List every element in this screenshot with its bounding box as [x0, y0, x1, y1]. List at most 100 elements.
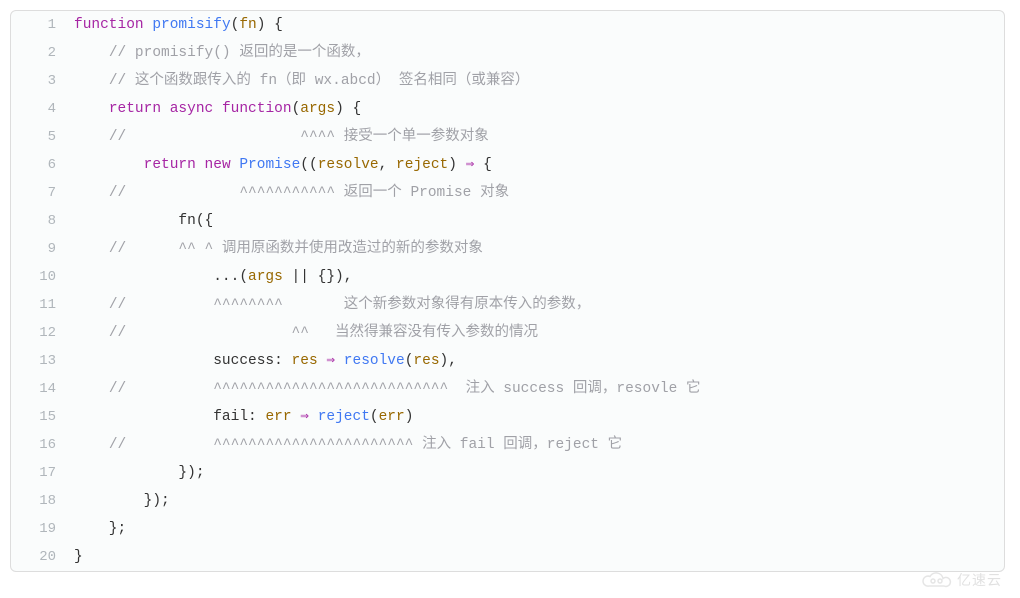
token-cmt: // ^^^^^^^^^^^^^^^^^^^^^^^ 注入 fail 回调，re…: [109, 437, 622, 453]
code-line: 10 ...(args || {}),: [11, 263, 1004, 291]
token-prm: err: [379, 409, 405, 425]
code-content: };: [70, 515, 1004, 543]
token-op: [74, 297, 109, 313]
code-content: // ^^ ^ 调用原函数并使用改造过的新的参数对象: [70, 235, 1004, 263]
code-line: 12 // ^^ 当然得兼容没有传入参数的情况: [11, 319, 1004, 347]
code-line: 4 return async function(args) {: [11, 95, 1004, 123]
line-number: 5: [11, 123, 70, 151]
token-op: ,: [379, 157, 396, 173]
token-op: [74, 129, 109, 145]
token-arrow: ⇒: [326, 353, 335, 369]
token-cmt: // promisify() 返回的是一个函数，: [109, 45, 370, 61]
token-prm: args: [248, 269, 283, 285]
code-line: 9 // ^^ ^ 调用原函数并使用改造过的新的参数对象: [11, 235, 1004, 263]
token-kw: async: [170, 101, 214, 117]
token-kw: return: [144, 157, 196, 173]
token-prm: reject: [396, 157, 448, 173]
token-kw: new: [205, 157, 231, 173]
token-prm: res: [292, 353, 318, 369]
token-op: [74, 73, 109, 89]
code-line: 1function promisify(fn) {: [11, 11, 1004, 39]
token-op: [74, 157, 144, 173]
line-number: 6: [11, 151, 70, 179]
code-content: // ^^^^^^^^^^^ 返回一个 Promise 对象: [70, 179, 1004, 207]
token-cmt: // 这个函数跟传入的 fn（即 wx.abcd） 签名相同（或兼容）: [109, 73, 530, 89]
token-op: [74, 241, 109, 257]
token-kw: function: [74, 17, 144, 33]
token-op: [292, 409, 301, 425]
line-number: 15: [11, 403, 70, 431]
code-content: fn({: [70, 207, 1004, 235]
token-op: };: [74, 521, 126, 537]
token-prm: err: [265, 409, 291, 425]
token-prm: res: [413, 353, 439, 369]
line-number: 2: [11, 39, 70, 67]
token-prop: fn: [178, 213, 195, 229]
code-content: // ^^^^^^^^^^^^^^^^^^^^^^^^^^^ 注入 succes…: [70, 375, 1004, 403]
code-line: 15 fail: err ⇒ reject(err): [11, 403, 1004, 431]
line-number: 12: [11, 319, 70, 347]
cloud-icon: [919, 570, 953, 590]
line-number: 9: [11, 235, 70, 263]
token-op: [74, 325, 109, 341]
token-op: [74, 213, 178, 229]
code-content: });: [70, 487, 1004, 515]
token-paren: ((: [300, 157, 317, 173]
watermark-text: 亿速云: [957, 570, 1002, 590]
token-prm: fn: [239, 17, 256, 33]
token-op: fail:: [74, 409, 265, 425]
token-op: [335, 353, 344, 369]
token-cmt: // ^^^^^^^^^^^ 返回一个 Promise 对象: [109, 185, 509, 201]
code-content: });: [70, 459, 1004, 487]
token-fn: Promise: [239, 157, 300, 173]
token-paren: ): [440, 353, 449, 369]
code-block: 1function promisify(fn) {2 // promisify(…: [10, 10, 1005, 572]
line-number: 11: [11, 291, 70, 319]
code-content: return async function(args) {: [70, 95, 1004, 123]
line-number: 18: [11, 487, 70, 515]
token-op: });: [74, 493, 170, 509]
code-line: 19 };: [11, 515, 1004, 543]
token-op: [161, 101, 170, 117]
token-fn: reject: [318, 409, 370, 425]
token-op: }: [74, 549, 83, 565]
token-op: [309, 409, 318, 425]
code-content: ...(args || {}),: [70, 263, 1004, 291]
token-op: [74, 437, 109, 453]
token-op: [74, 45, 109, 61]
token-op: ,: [448, 353, 457, 369]
code-content: // 这个函数跟传入的 fn（即 wx.abcd） 签名相同（或兼容）: [70, 67, 1004, 95]
code-line: 18 });: [11, 487, 1004, 515]
token-cmt: // ^^^^ 接受一个单一参数对象: [109, 129, 489, 145]
token-op: {: [265, 17, 282, 33]
token-fn: promisify: [152, 17, 230, 33]
line-number: 10: [11, 263, 70, 291]
code-line: 20}: [11, 543, 1004, 571]
token-op: || {}),: [283, 269, 353, 285]
token-cmt: // ^^^^^^^^ 这个新参数对象得有原本传入的参数，: [109, 297, 590, 313]
code-line: 16 // ^^^^^^^^^^^^^^^^^^^^^^^ 注入 fail 回调…: [11, 431, 1004, 459]
token-cmt: // ^^ 当然得兼容没有传入参数的情况: [109, 325, 538, 341]
token-op: [213, 101, 222, 117]
token-prm: resolve: [318, 157, 379, 173]
code-line: 6 return new Promise((resolve, reject) ⇒…: [11, 151, 1004, 179]
line-number: 7: [11, 179, 70, 207]
code-content: // ^^^^^^^^^^^^^^^^^^^^^^^ 注入 fail 回调，re…: [70, 431, 1004, 459]
code-line: 3 // 这个函数跟传入的 fn（即 wx.abcd） 签名相同（或兼容）: [11, 67, 1004, 95]
code-content: success: res ⇒ resolve(res),: [70, 347, 1004, 375]
token-op: ...(: [74, 269, 248, 285]
token-op: [74, 101, 109, 117]
token-op: });: [74, 465, 205, 481]
code-content: fail: err ⇒ reject(err): [70, 403, 1004, 431]
code-line: 5 // ^^^^ 接受一个单一参数对象: [11, 123, 1004, 151]
token-op: [74, 185, 109, 201]
line-number: 13: [11, 347, 70, 375]
token-op: {: [344, 101, 361, 117]
code-content: // ^^ 当然得兼容没有传入参数的情况: [70, 319, 1004, 347]
token-cmt: // ^^ ^ 调用原函数并使用改造过的新的参数对象: [109, 241, 483, 257]
token-paren: ): [335, 101, 344, 117]
code-line: 14 // ^^^^^^^^^^^^^^^^^^^^^^^^^^^ 注入 suc…: [11, 375, 1004, 403]
token-prm: args: [300, 101, 335, 117]
token-paren: ): [405, 409, 414, 425]
token-kw: function: [222, 101, 292, 117]
